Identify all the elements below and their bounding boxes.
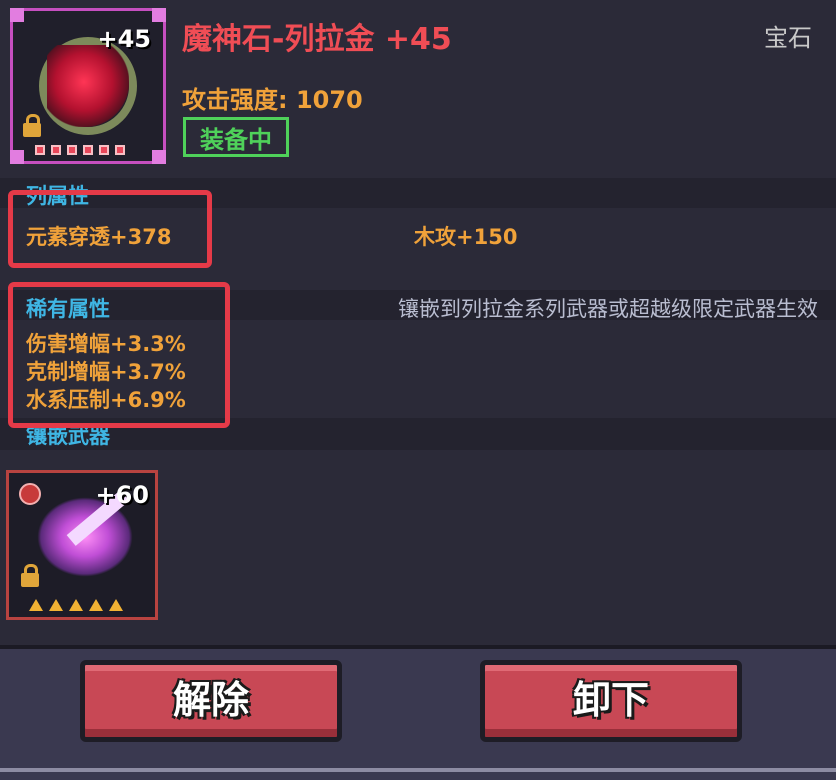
weapon-stars — [29, 599, 123, 611]
gem-icon[interactable]: +45 — [10, 8, 166, 164]
attribute-stat: 木攻+150 — [414, 225, 518, 249]
footer-divider — [0, 768, 836, 772]
star-icon — [69, 599, 83, 611]
element-badge-icon — [19, 483, 41, 505]
unequip-button[interactable]: 卸下 — [480, 660, 742, 742]
gem-enhance-level: +45 — [97, 25, 151, 53]
rank-dot — [83, 145, 93, 155]
rank-dot — [51, 145, 61, 155]
gem-rank-dots — [35, 145, 125, 155]
lock-icon — [21, 564, 39, 587]
rank-dot — [99, 145, 109, 155]
item-detail-panel: +45 魔神石-列拉金 +45 宝石 攻击强度: 1070 装备中 列属性 元素… — [0, 0, 836, 645]
star-icon — [89, 599, 103, 611]
star-icon — [29, 599, 43, 611]
item-title: 魔神石-列拉金 +45 — [182, 22, 452, 57]
star-icon — [49, 599, 63, 611]
equipped-badge: 装备中 — [183, 117, 289, 157]
lock-icon — [23, 114, 41, 137]
rank-dot — [35, 145, 45, 155]
frame-corner — [152, 8, 166, 22]
sword-icon[interactable]: +60 — [6, 470, 158, 620]
item-category: 宝石 — [764, 24, 812, 52]
attack-power: 攻击强度: 1070 — [182, 86, 363, 114]
highlight-box — [8, 282, 230, 428]
rank-dot — [115, 145, 125, 155]
highlight-box — [8, 190, 212, 268]
frame-corner — [10, 8, 24, 22]
frame-corner — [152, 150, 166, 164]
star-icon — [109, 599, 123, 611]
rare-attribute-note: 镶嵌到列拉金系列武器或超越级限定武器生效 — [398, 297, 818, 321]
gem-stone — [47, 45, 129, 127]
frame-corner — [10, 150, 24, 164]
remove-button[interactable]: 解除 — [80, 660, 342, 742]
weapon-enhance-level: +60 — [95, 481, 149, 509]
rank-dot — [67, 145, 77, 155]
